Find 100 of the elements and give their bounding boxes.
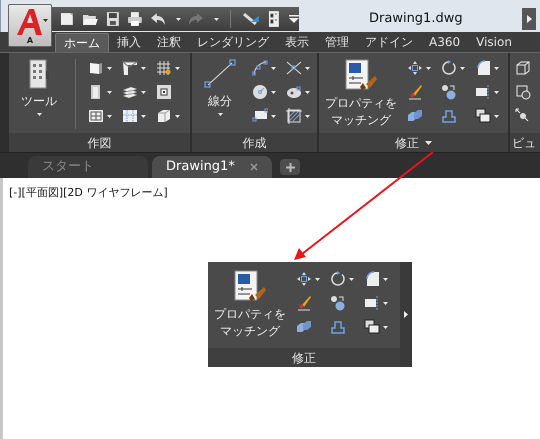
- large-button[interactable]: プロパティをマッチング: [323, 59, 400, 129]
- caret-icon[interactable]: [107, 114, 112, 118]
- rotate-icon[interactable]: [330, 271, 346, 287]
- caret-icon[interactable]: [460, 66, 466, 70]
- large-button[interactable]: 線分: [196, 59, 244, 116]
- move-icon[interactable]: [407, 60, 424, 76]
- caret-icon[interactable]: [36, 113, 42, 116]
- caret-icon[interactable]: [383, 326, 388, 328]
- caret-icon[interactable]: [107, 66, 112, 70]
- caret-icon[interactable]: [218, 113, 223, 116]
- ribbon-tab[interactable]: 管理: [317, 33, 357, 52]
- properties-brush-icon[interactable]: [344, 59, 378, 91]
- line-icon[interactable]: [204, 59, 236, 89]
- tool-button[interactable]: [284, 59, 312, 77]
- application-menu-button[interactable]: A: [8, 4, 52, 47]
- tool-button[interactable]: [250, 59, 278, 77]
- copy-icon[interactable]: [364, 319, 380, 335]
- caret-icon[interactable]: [141, 66, 146, 70]
- copy-icon[interactable]: [475, 108, 492, 124]
- caret-icon[interactable]: [271, 66, 276, 70]
- ribbon-tab[interactable]: A360: [421, 33, 468, 52]
- ribbon-tab[interactable]: 注釈: [149, 33, 189, 52]
- caret-icon[interactable]: [271, 114, 276, 118]
- caret-icon[interactable]: [383, 302, 388, 304]
- tool-button[interactable]: [473, 83, 502, 101]
- caret-icon[interactable]: [305, 90, 310, 94]
- plus-icon[interactable]: [286, 162, 294, 172]
- tool-button[interactable]: [154, 59, 182, 77]
- ribbon-tab[interactable]: 表示: [277, 33, 317, 52]
- caret-icon[interactable]: [176, 18, 181, 20]
- caret-icon[interactable]: [107, 90, 112, 94]
- rectangle-icon[interactable]: [252, 108, 268, 124]
- fillet-icon[interactable]: [364, 271, 380, 287]
- caret-icon[interactable]: [141, 90, 146, 94]
- scroll-right-button[interactable]: [522, 8, 536, 30]
- caret-icon[interactable]: [349, 278, 354, 280]
- caret-icon[interactable]: [494, 90, 500, 94]
- caret-icon[interactable]: [425, 140, 432, 144]
- caret-icon[interactable]: [494, 66, 500, 70]
- fillet-icon[interactable]: [475, 60, 492, 76]
- ribbon-tab[interactable]: アドイン: [357, 33, 421, 52]
- save-icon[interactable]: [104, 11, 120, 27]
- panel-title-bar[interactable]: 作成: [192, 133, 318, 152]
- panel-title-bar[interactable]: 修正: [319, 133, 508, 152]
- caret-icon[interactable]: [271, 90, 276, 94]
- caret-icon[interactable]: [175, 114, 180, 118]
- tool-button[interactable]: [250, 83, 278, 101]
- properties-brush-icon[interactable]: [233, 270, 267, 302]
- window-icon[interactable]: [88, 108, 104, 124]
- right-arrow-icon[interactable]: [526, 15, 532, 23]
- tool-button[interactable]: [284, 107, 312, 125]
- building-icon[interactable]: [28, 59, 50, 89]
- trim-icon[interactable]: [364, 295, 380, 311]
- new-tab-button[interactable]: [280, 159, 300, 175]
- tool-button[interactable]: [473, 107, 502, 125]
- disc-icon[interactable]: [286, 84, 302, 100]
- ribbon-tab[interactable]: Vision: [468, 33, 520, 52]
- viewport-controls[interactable]: [-][平面図][2D ワイヤフレーム]: [9, 185, 168, 202]
- rotate-icon[interactable]: [441, 60, 458, 76]
- caret-icon[interactable]: [305, 66, 310, 70]
- large-button[interactable]: プロパティをマッチング: [212, 270, 288, 340]
- ribbon-tab[interactable]: 挿入: [109, 33, 149, 52]
- tool-button[interactable]: [328, 270, 356, 288]
- corner-icon[interactable]: [122, 60, 138, 76]
- print-icon[interactable]: [127, 11, 144, 27]
- caret-icon[interactable]: [305, 114, 310, 118]
- caret-icon[interactable]: [141, 114, 146, 118]
- document-tab[interactable]: Drawing1*: [152, 156, 272, 178]
- caret-icon[interactable]: [315, 278, 320, 280]
- move-icon[interactable]: [296, 271, 312, 287]
- panel-title-bar[interactable]: 作図: [9, 133, 190, 152]
- caret-icon[interactable]: [214, 18, 219, 20]
- undo-icon[interactable]: [150, 11, 166, 27]
- crossed-lines-icon[interactable]: [286, 60, 302, 76]
- tool-button[interactable]: [120, 107, 148, 125]
- caret-icon[interactable]: [494, 114, 500, 118]
- tool-button[interactable]: [362, 318, 390, 336]
- caret-icon[interactable]: [383, 278, 388, 280]
- circle-icon[interactable]: [252, 84, 268, 100]
- trim-icon[interactable]: [475, 84, 492, 100]
- tool-button[interactable]: [120, 59, 148, 77]
- menu-caret-icon[interactable]: [289, 15, 299, 23]
- new-file-icon[interactable]: [59, 11, 75, 27]
- cube-icon[interactable]: [156, 108, 172, 124]
- large-button[interactable]: ツール: [13, 59, 65, 116]
- caret-icon[interactable]: [175, 66, 180, 70]
- grid-icon[interactable]: [156, 60, 172, 76]
- tool-button[interactable]: [362, 294, 390, 312]
- right-arrow-icon[interactable]: [404, 311, 408, 318]
- ribbon-tab[interactable]: レンダリング: [189, 33, 277, 52]
- hatch-icon[interactable]: [286, 108, 302, 124]
- tool-button[interactable]: [439, 59, 468, 77]
- close-icon[interactable]: [250, 163, 258, 171]
- panel-title-bar[interactable]: ビュ: [510, 133, 540, 152]
- block-icon[interactable]: [88, 60, 104, 76]
- caret-icon[interactable]: [426, 66, 432, 70]
- dashed-grid-icon[interactable]: [122, 108, 138, 124]
- arc-icon[interactable]: [252, 60, 268, 76]
- tool-button[interactable]: [86, 107, 114, 125]
- ribbon-tab[interactable]: ホーム: [55, 33, 109, 52]
